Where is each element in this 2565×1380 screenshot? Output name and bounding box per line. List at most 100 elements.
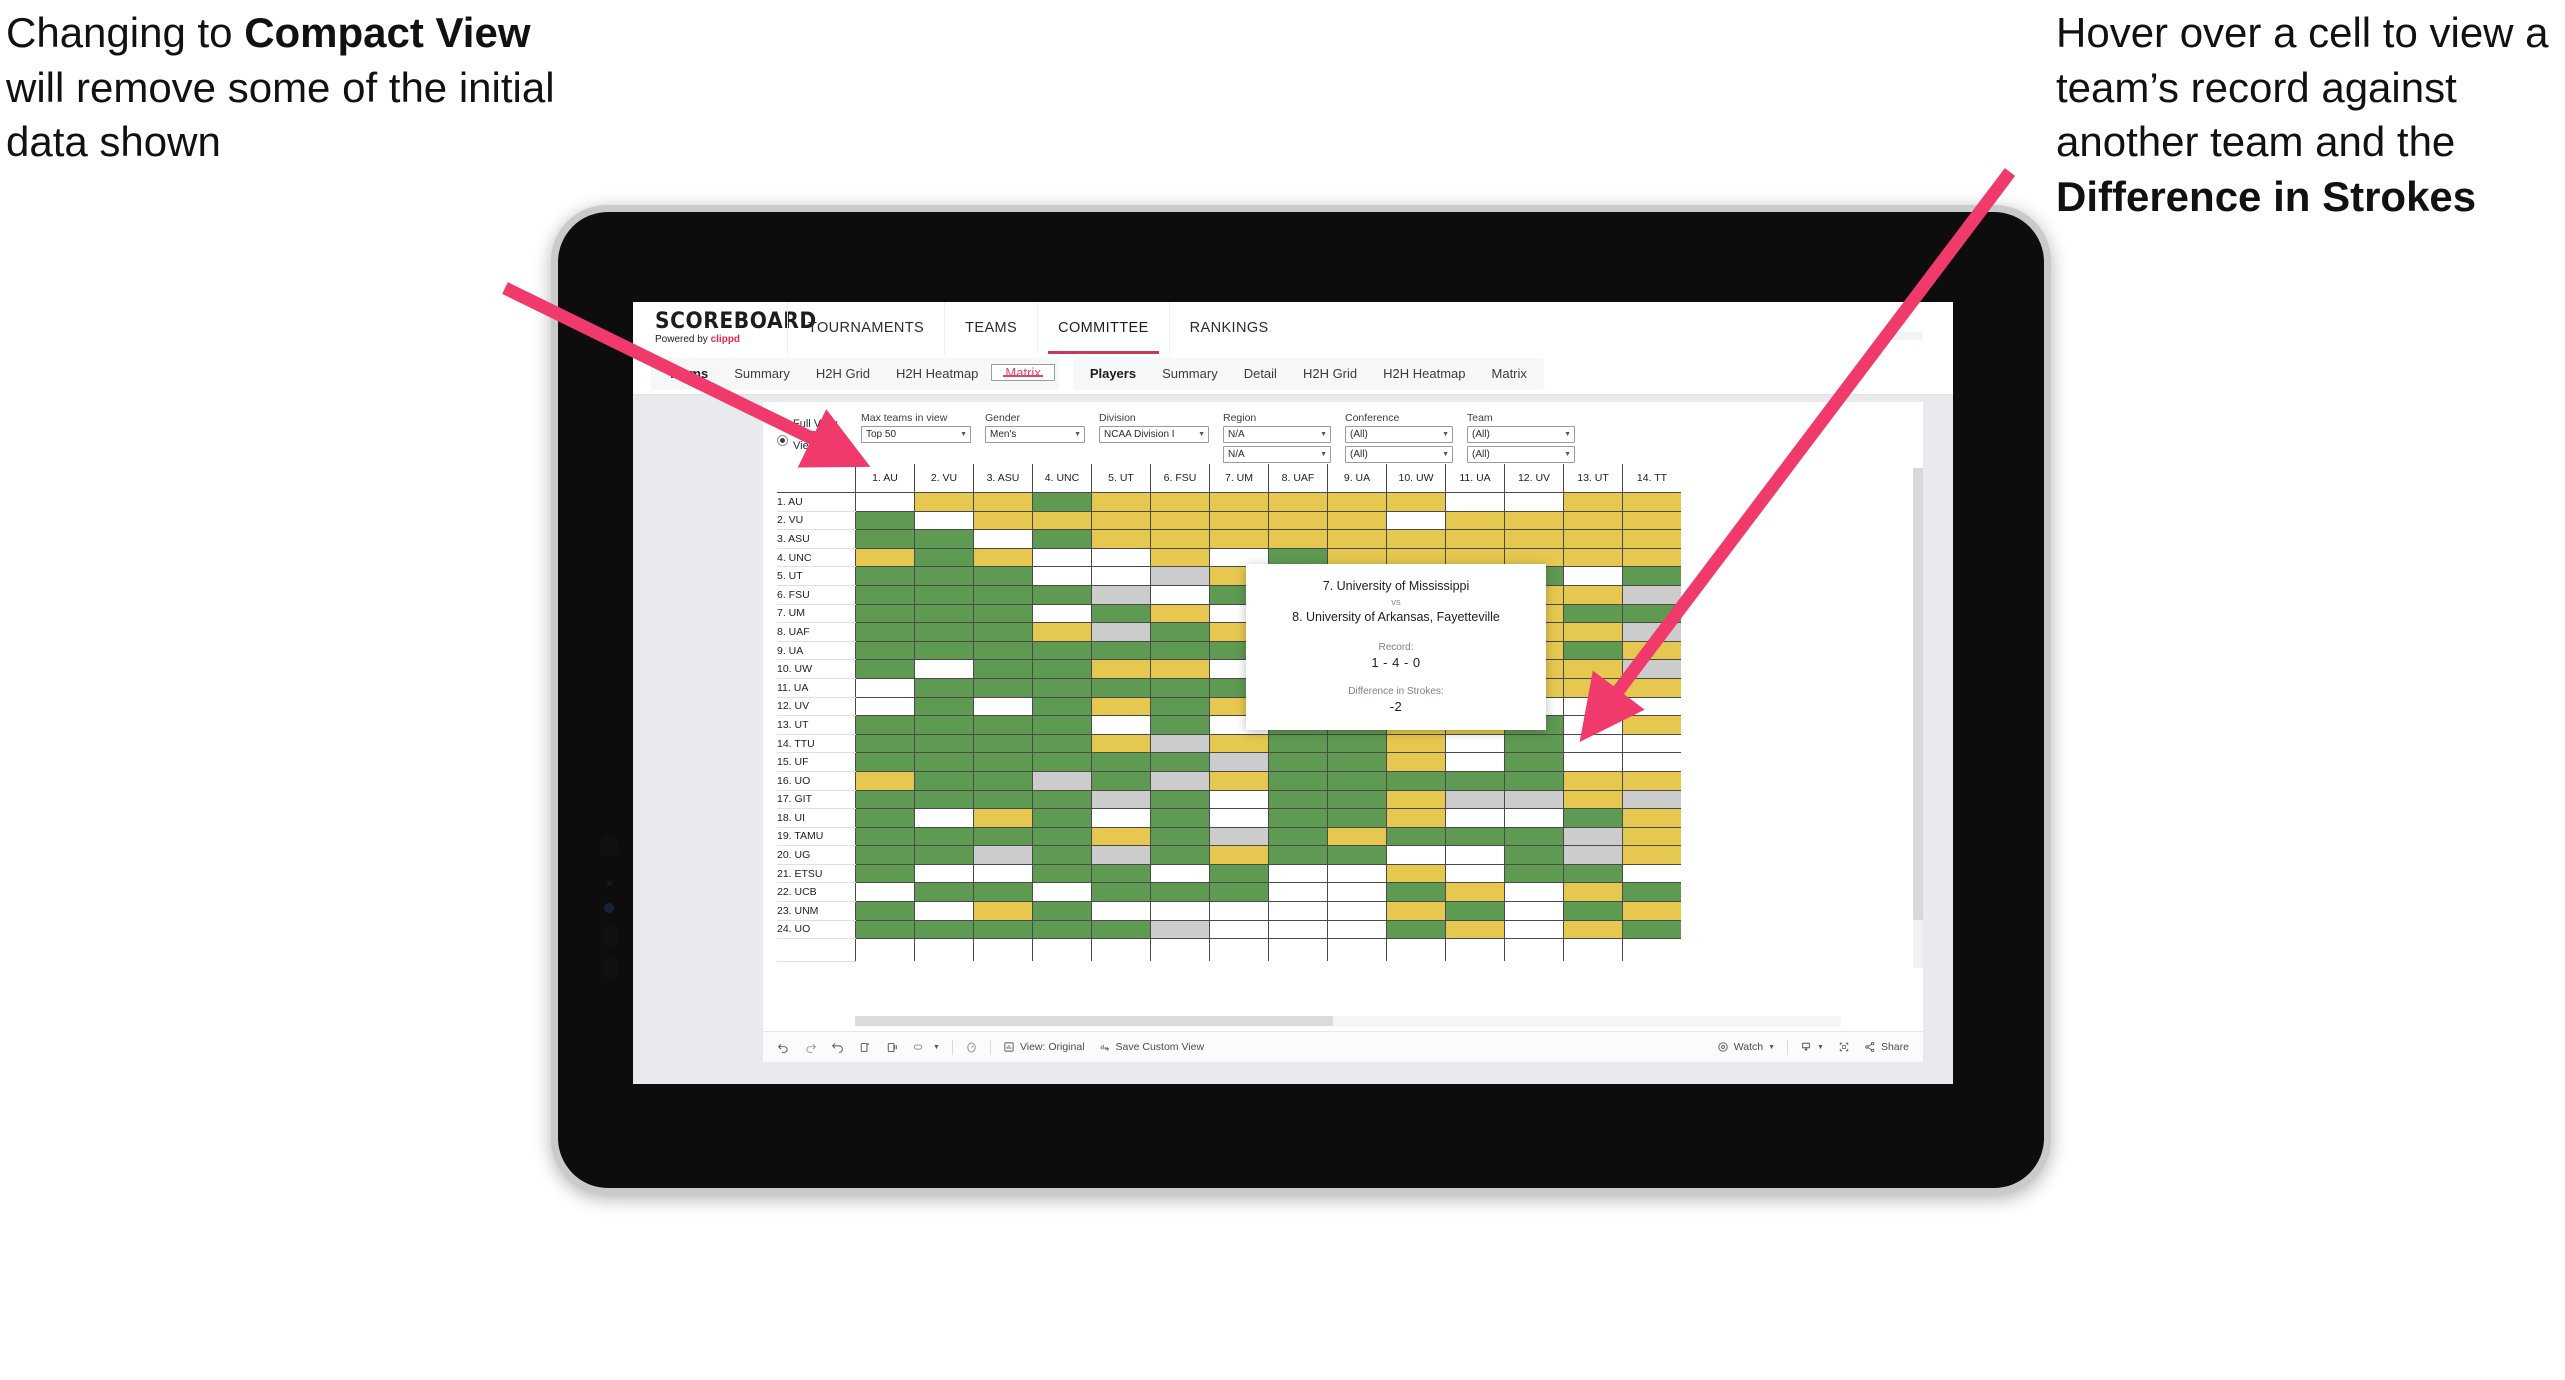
matrix-cell[interactable] (1622, 697, 1681, 717)
matrix-cell[interactable] (1327, 752, 1387, 772)
matrix-cell[interactable] (1622, 864, 1681, 884)
matrix-cell[interactable] (1445, 529, 1505, 549)
matrix-cell[interactable] (1563, 771, 1623, 791)
matrix-cell[interactable] (1150, 678, 1210, 698)
matrix-cell[interactable] (1563, 882, 1623, 903)
matrix-cell[interactable] (1032, 882, 1092, 903)
matrix-cell[interactable] (1032, 715, 1092, 735)
matrix-cell[interactable] (1622, 808, 1681, 828)
matrix-cell[interactable] (1268, 511, 1328, 531)
matrix-cell[interactable] (914, 790, 974, 810)
matrix-cell[interactable] (1622, 920, 1681, 940)
matrix-cell[interactable] (855, 920, 915, 940)
matrix-cell[interactable] (1622, 604, 1681, 624)
matrix-cell[interactable] (914, 529, 974, 549)
matrix-cell[interactable] (1150, 734, 1210, 754)
matrix-cell[interactable] (1386, 864, 1446, 884)
matrix-cell[interactable] (855, 566, 915, 586)
pause-auto-updates-button[interactable] (958, 1032, 985, 1062)
matrix-cell[interactable] (1622, 734, 1681, 754)
matrix-cell[interactable] (1504, 920, 1564, 940)
matrix-cell[interactable] (1622, 882, 1681, 903)
matrix-cell[interactable] (1032, 771, 1092, 791)
matrix-cell[interactable] (973, 882, 1033, 903)
matrix-cell[interactable] (1091, 697, 1151, 717)
matrix-cell[interactable] (855, 790, 915, 810)
matrix-cell[interactable] (1445, 752, 1505, 772)
matrix-cell[interactable] (973, 511, 1033, 531)
matrix-cell[interactable] (1386, 882, 1446, 903)
nav-item-tournaments[interactable]: TOURNAMENTS (787, 302, 944, 354)
matrix-cell[interactable] (1445, 790, 1505, 810)
matrix-cell[interactable] (1091, 734, 1151, 754)
matrix-cell[interactable] (973, 771, 1033, 791)
matrix-cell[interactable] (973, 808, 1033, 828)
matrix-cell[interactable] (1563, 808, 1623, 828)
matrix-cell[interactable] (1091, 752, 1151, 772)
matrix-cell[interactable] (1622, 678, 1681, 698)
matrix-cell[interactable] (914, 827, 974, 847)
matrix-cell[interactable] (1150, 920, 1210, 940)
matrix-cell[interactable] (1032, 790, 1092, 810)
matrix-cell[interactable] (1563, 697, 1623, 717)
matrix-cell[interactable] (1268, 845, 1328, 865)
matrix-cell[interactable] (1622, 585, 1681, 605)
matrix-cell[interactable] (1504, 901, 1564, 921)
matrix-cell[interactable] (1032, 734, 1092, 754)
matrix-cell[interactable] (973, 752, 1033, 772)
matrix-cell[interactable] (1091, 566, 1151, 586)
matrix-cell[interactable] (1209, 845, 1269, 865)
matrix-cell[interactable] (855, 864, 915, 884)
nav-item-teams[interactable]: TEAMS (944, 302, 1037, 354)
matrix-cell[interactable] (1032, 566, 1092, 586)
matrix-cell[interactable] (855, 771, 915, 791)
matrix-cell[interactable] (973, 864, 1033, 884)
matrix-cell[interactable] (1386, 808, 1446, 828)
matrix-cell[interactable] (1504, 529, 1564, 549)
matrix-cell[interactable] (855, 529, 915, 549)
matrix-cell[interactable] (1150, 641, 1210, 661)
filter-conference-select-1[interactable]: (All) ▼ (1345, 426, 1453, 443)
matrix-cell[interactable] (973, 901, 1033, 921)
matrix-cell[interactable] (1327, 790, 1387, 810)
matrix-cell[interactable] (1150, 901, 1210, 921)
matrix-cell[interactable] (914, 808, 974, 828)
matrix-cell[interactable] (973, 566, 1033, 586)
matrix-cell[interactable] (1386, 771, 1446, 791)
matrix-cell[interactable] (1091, 790, 1151, 810)
matrix-cell[interactable] (1091, 604, 1151, 624)
matrix-cell[interactable] (1622, 566, 1681, 586)
matrix-cell[interactable] (1150, 752, 1210, 772)
matrix-cell[interactable] (1268, 790, 1328, 810)
matrix-cell[interactable] (1150, 808, 1210, 828)
filter-max-teams-select[interactable]: Top 50 ▼ (861, 426, 971, 443)
subnav-players-detail[interactable]: Detail (1231, 358, 1290, 390)
filter-conference-select-2[interactable]: (All) ▼ (1345, 446, 1453, 463)
matrix-cell[interactable] (1622, 845, 1681, 865)
matrix-cell[interactable] (1032, 697, 1092, 717)
matrix-cell[interactable] (1386, 492, 1446, 512)
subnav-players-h2h-heatmap[interactable]: H2H Heatmap (1370, 358, 1478, 390)
matrix-cell[interactable] (1327, 492, 1387, 512)
matrix-cell[interactable] (973, 790, 1033, 810)
matrix-vertical-scroll-thumb[interactable] (1913, 468, 1923, 920)
app-logo[interactable]: SCOREBOARD Powered by clippd (655, 311, 816, 345)
matrix-cell[interactable] (1622, 529, 1681, 549)
matrix-cell[interactable] (1445, 734, 1505, 754)
matrix-cell[interactable] (1091, 529, 1151, 549)
matrix-cell[interactable] (914, 492, 974, 512)
matrix-cell[interactable] (1150, 529, 1210, 549)
matrix-cell[interactable] (1563, 678, 1623, 698)
matrix-cell[interactable] (1445, 920, 1505, 940)
matrix-cell[interactable] (973, 715, 1033, 735)
matrix-cell[interactable] (914, 697, 974, 717)
matrix-cell[interactable] (855, 697, 915, 717)
matrix-cell[interactable] (1032, 604, 1092, 624)
matrix-cell[interactable] (973, 734, 1033, 754)
refresh-button[interactable] (851, 1032, 878, 1062)
matrix-cell[interactable] (1622, 901, 1681, 921)
matrix-cell[interactable] (1504, 790, 1564, 810)
matrix-cell[interactable] (1150, 790, 1210, 810)
matrix-cell[interactable] (1445, 827, 1505, 847)
matrix-cell[interactable] (914, 864, 974, 884)
